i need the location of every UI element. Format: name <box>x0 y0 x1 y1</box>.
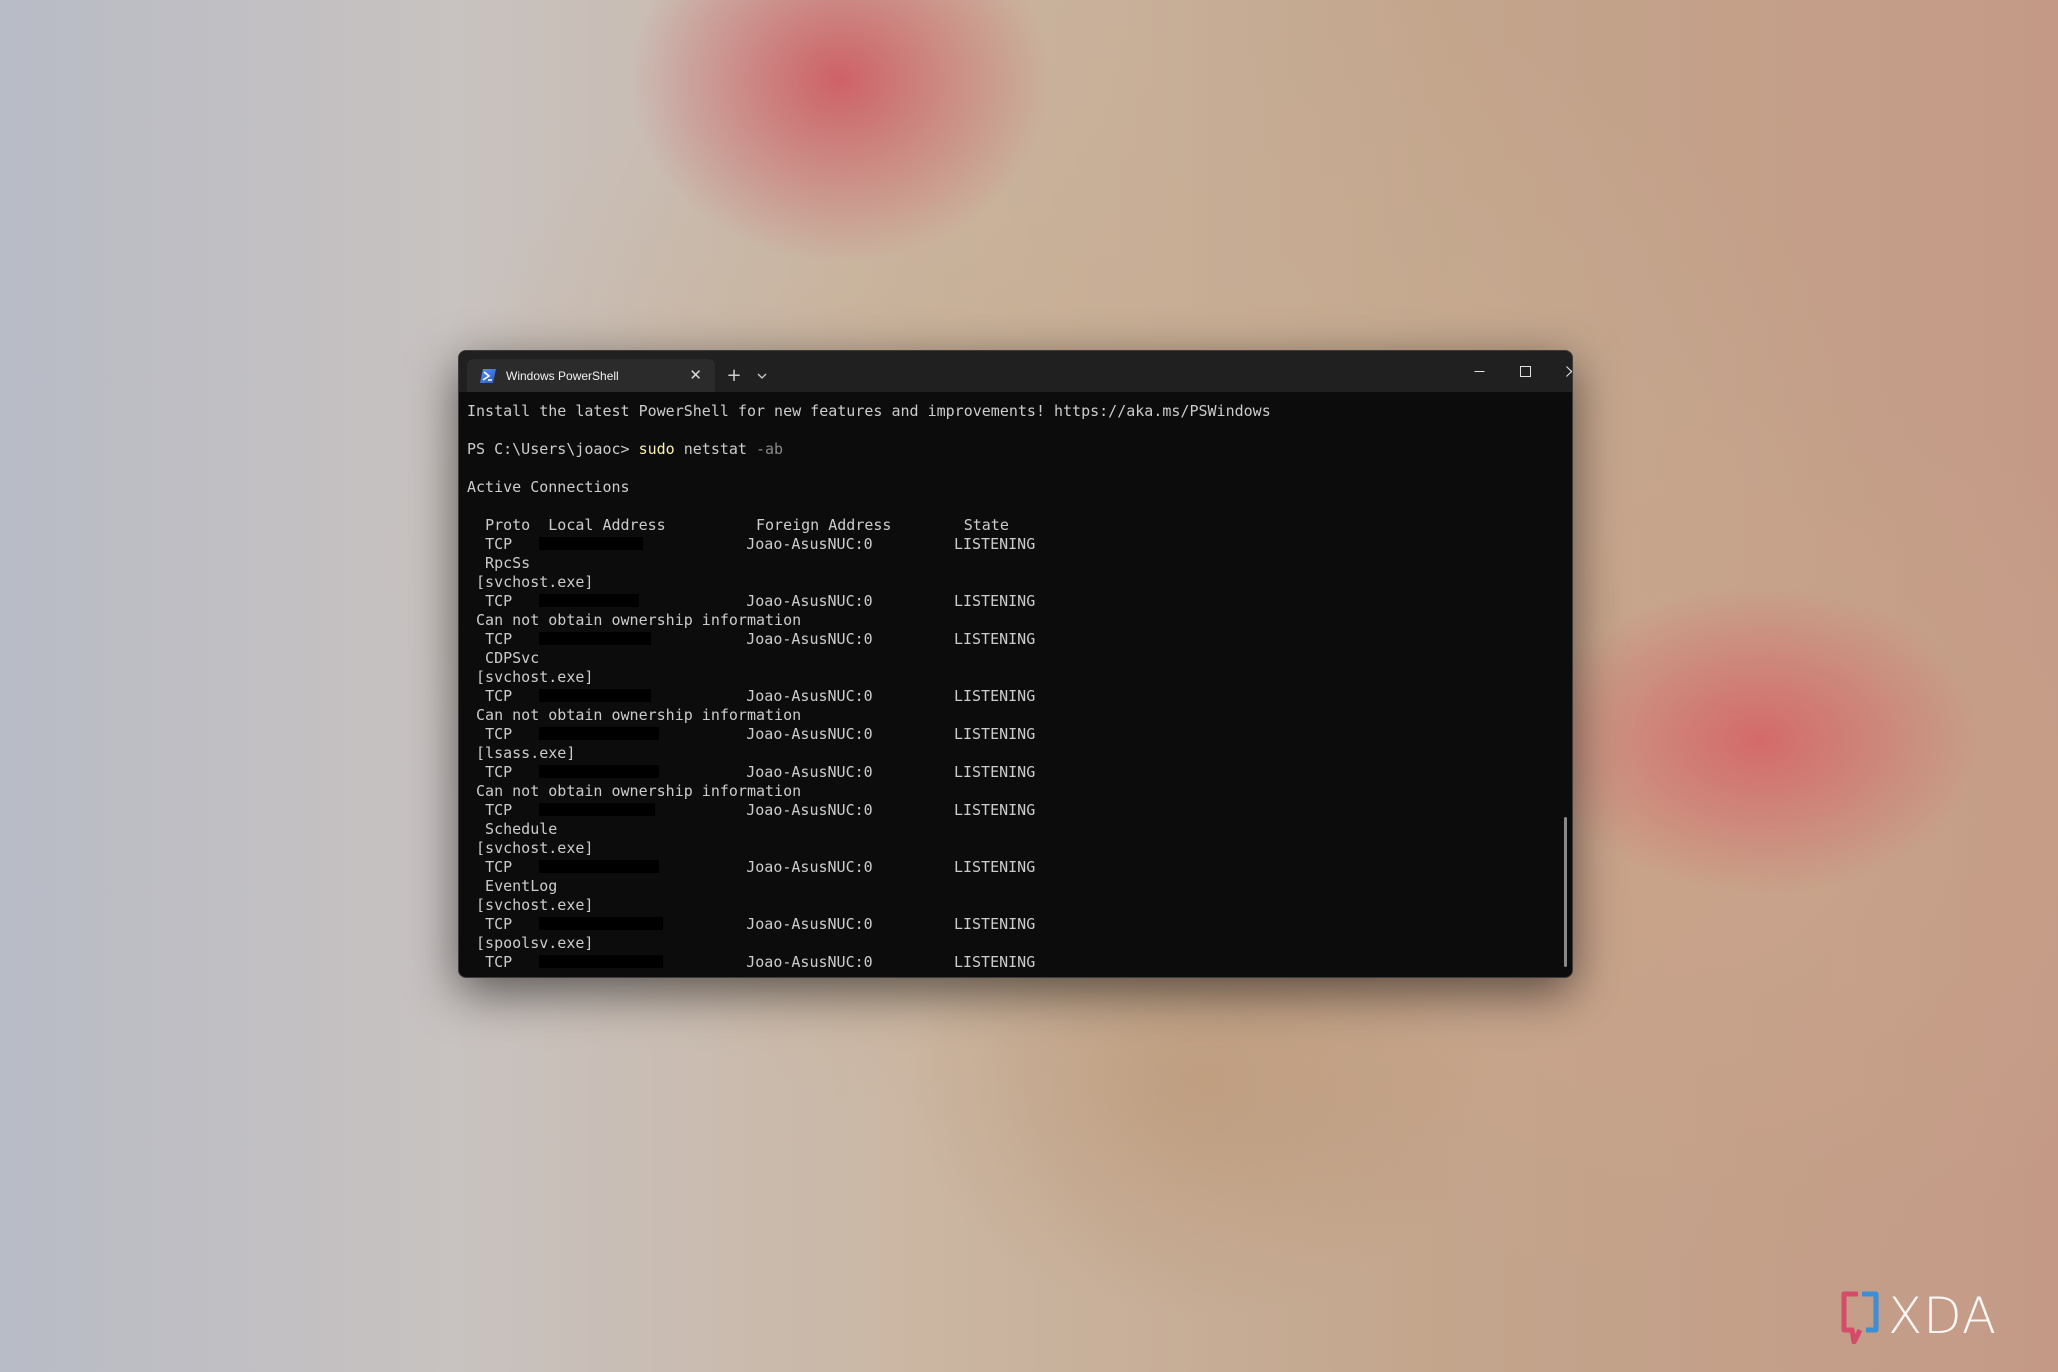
maximize-icon <box>1519 366 1531 377</box>
row-state: LISTENING <box>953 687 1036 705</box>
xda-wordmark: XDA <box>1888 1287 1998 1345</box>
row-owner-info: EventLog <box>476 877 558 895</box>
table-row: TCP Joao-AsusNUC:0 LISTENING <box>467 763 1035 781</box>
tab-dropdown-button[interactable] <box>750 359 774 392</box>
header-state: State <box>963 516 1009 534</box>
header-proto: Proto <box>485 516 531 534</box>
redacted-local-address <box>539 765 660 778</box>
row-proto: TCP <box>485 535 513 553</box>
row-state: LISTENING <box>953 592 1036 610</box>
row-owner-info: [svchost.exe] <box>476 573 594 591</box>
new-tab-button[interactable]: + <box>721 359 747 392</box>
row-proto: TCP <box>485 725 513 743</box>
terminal-output[interactable]: Install the latest PowerShell for new fe… <box>459 392 1572 977</box>
table-row: TCP Joao-AsusNUC:0 LISTENING <box>467 592 1035 610</box>
terminal-text: Install the latest PowerShell for new fe… <box>467 402 1572 972</box>
row-proto: TCP <box>485 858 513 876</box>
row-proto: TCP <box>485 687 513 705</box>
table-row: TCP Joao-AsusNUC:0 LISTENING <box>467 801 1035 819</box>
row-owner-info: CDPSvc <box>476 649 540 667</box>
row-foreign-address: Joao-AsusNUC:0 <box>746 953 873 971</box>
table-row: TCP Joao-AsusNUC:0 LISTENING <box>467 535 1035 553</box>
row-foreign-address: Joao-AsusNUC:0 <box>746 687 873 705</box>
row-foreign-address: Joao-AsusNUC:0 <box>746 915 873 933</box>
row-foreign-address: Joao-AsusNUC:0 <box>746 801 873 819</box>
row-proto: TCP <box>485 801 513 819</box>
row-owner-info: RpcSs <box>476 554 531 572</box>
table-row: TCP Joao-AsusNUC:0 LISTENING <box>467 725 1035 743</box>
table-row: TCP Joao-AsusNUC:0 LISTENING <box>467 953 1035 971</box>
maximize-button[interactable] <box>1502 351 1548 392</box>
row-owner-info: [svchost.exe] <box>476 896 594 914</box>
redacted-local-address <box>539 727 660 740</box>
command-argument: -ab <box>756 440 784 458</box>
minimize-icon <box>1474 371 1484 372</box>
tab-close-icon[interactable]: ✕ <box>689 368 702 383</box>
row-state: LISTENING <box>953 763 1036 781</box>
row-state: LISTENING <box>953 801 1036 819</box>
prompt: PS C:\Users\joaoc> <box>467 440 639 458</box>
row-state: LISTENING <box>953 915 1036 933</box>
header-foreign-address: Foreign Address <box>756 516 892 534</box>
row-state: LISTENING <box>953 630 1036 648</box>
redacted-local-address <box>539 860 660 873</box>
row-state: LISTENING <box>953 953 1036 971</box>
table-row: TCP Joao-AsusNUC:0 LISTENING <box>467 915 1035 933</box>
scrollbar-thumb[interactable] <box>1564 817 1567 967</box>
row-foreign-address: Joao-AsusNUC:0 <box>746 725 873 743</box>
row-owner-info: Can not obtain ownership information <box>476 706 802 724</box>
row-owner-info: [svchost.exe] <box>476 839 594 857</box>
xda-logo-icon <box>1841 1291 1879 1344</box>
row-state: LISTENING <box>953 725 1036 743</box>
row-proto: TCP <box>485 630 513 648</box>
update-banner: Install the latest PowerShell for new fe… <box>467 402 1271 420</box>
title-bar: Windows PowerShell ✕ + <box>459 351 1572 392</box>
redacted-local-address <box>539 594 640 607</box>
row-owner-info: [spoolsv.exe] <box>476 934 594 952</box>
table-row: TCP Joao-AsusNUC:0 LISTENING <box>467 630 1035 648</box>
row-owner-info: [lsass.exe] <box>476 744 576 762</box>
redacted-local-address <box>539 537 644 550</box>
section-title: Active Connections <box>467 478 630 496</box>
row-owner-info: [svchost.exe] <box>476 668 594 686</box>
xda-watermark: XDA <box>1838 1284 2038 1348</box>
table-row: TCP Joao-AsusNUC:0 LISTENING <box>467 687 1035 705</box>
minimize-button[interactable] <box>1456 351 1502 392</box>
row-foreign-address: Joao-AsusNUC:0 <box>746 535 873 553</box>
tab-windows-powershell[interactable]: Windows PowerShell ✕ <box>467 359 715 392</box>
row-owner-info: Can not obtain ownership information <box>476 782 802 800</box>
row-state: LISTENING <box>953 535 1036 553</box>
table-row: TCP Joao-AsusNUC:0 LISTENING <box>467 858 1035 876</box>
command-text: netstat <box>674 440 756 458</box>
powershell-icon <box>480 368 496 383</box>
row-foreign-address: Joao-AsusNUC:0 <box>746 858 873 876</box>
connection-rows: TCP Joao-AsusNUC:0 LISTENING RpcSs [svch… <box>467 535 1035 971</box>
row-owner-info: Can not obtain ownership information <box>476 611 802 629</box>
close-icon <box>1565 366 1572 377</box>
row-proto: TCP <box>485 592 513 610</box>
redacted-local-address <box>539 803 656 816</box>
row-foreign-address: Joao-AsusNUC:0 <box>746 592 873 610</box>
chevron-down-icon <box>757 373 767 379</box>
close-window-button[interactable] <box>1548 351 1572 392</box>
row-proto: TCP <box>485 953 513 971</box>
redacted-local-address <box>539 955 664 968</box>
redacted-local-address <box>539 689 652 702</box>
row-state: LISTENING <box>953 858 1036 876</box>
command-name: sudo <box>638 440 675 458</box>
row-foreign-address: Joao-AsusNUC:0 <box>746 630 873 648</box>
row-owner-info: Schedule <box>476 820 558 838</box>
row-proto: TCP <box>485 763 513 781</box>
header-local-address: Local Address <box>548 516 666 534</box>
redacted-local-address <box>539 632 652 645</box>
row-proto: TCP <box>485 915 513 933</box>
terminal-window: Windows PowerShell ✕ + Install the lates… <box>458 350 1573 978</box>
tab-title: Windows PowerShell <box>506 368 619 383</box>
row-foreign-address: Joao-AsusNUC:0 <box>746 763 873 781</box>
redacted-local-address <box>539 917 664 930</box>
